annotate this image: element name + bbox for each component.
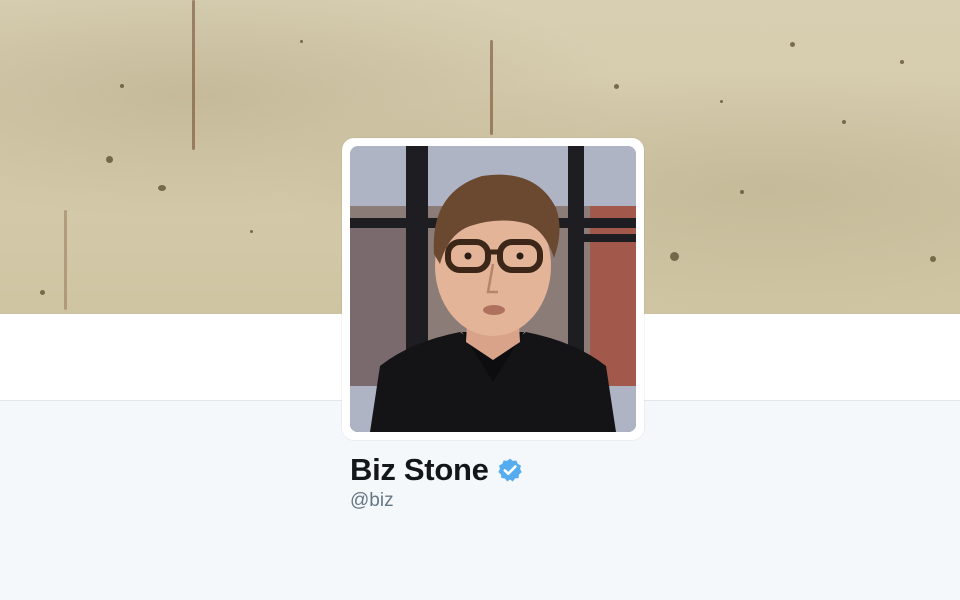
banner-texture-speck xyxy=(790,42,795,47)
banner-texture-streak xyxy=(64,210,67,310)
banner-texture-speck xyxy=(930,256,936,262)
banner-texture-speck xyxy=(670,252,679,261)
banner-texture-speck xyxy=(120,84,124,88)
profile-avatar[interactable] xyxy=(342,138,644,440)
banner-texture-speck xyxy=(300,40,303,43)
banner-texture-streak xyxy=(192,0,195,150)
banner-texture-streak xyxy=(490,40,493,135)
banner-texture-speck xyxy=(614,84,619,89)
banner-texture-speck xyxy=(40,290,45,295)
banner-texture-speck xyxy=(900,60,904,64)
profile-name[interactable]: Biz Stone xyxy=(350,452,523,488)
profile-handle[interactable]: @biz xyxy=(350,490,394,512)
banner-texture-speck xyxy=(842,120,846,124)
banner-texture-speck xyxy=(250,230,253,233)
profile-name-text[interactable]: Biz Stone xyxy=(350,452,489,488)
verified-badge-icon xyxy=(497,458,522,482)
banner-texture-speck xyxy=(106,156,113,163)
banner-texture-speck xyxy=(720,100,723,103)
banner-texture-speck xyxy=(158,185,166,191)
avatar-portrait-illustration xyxy=(350,146,636,432)
avatar-photo xyxy=(350,146,636,432)
banner-texture-speck xyxy=(740,190,744,194)
